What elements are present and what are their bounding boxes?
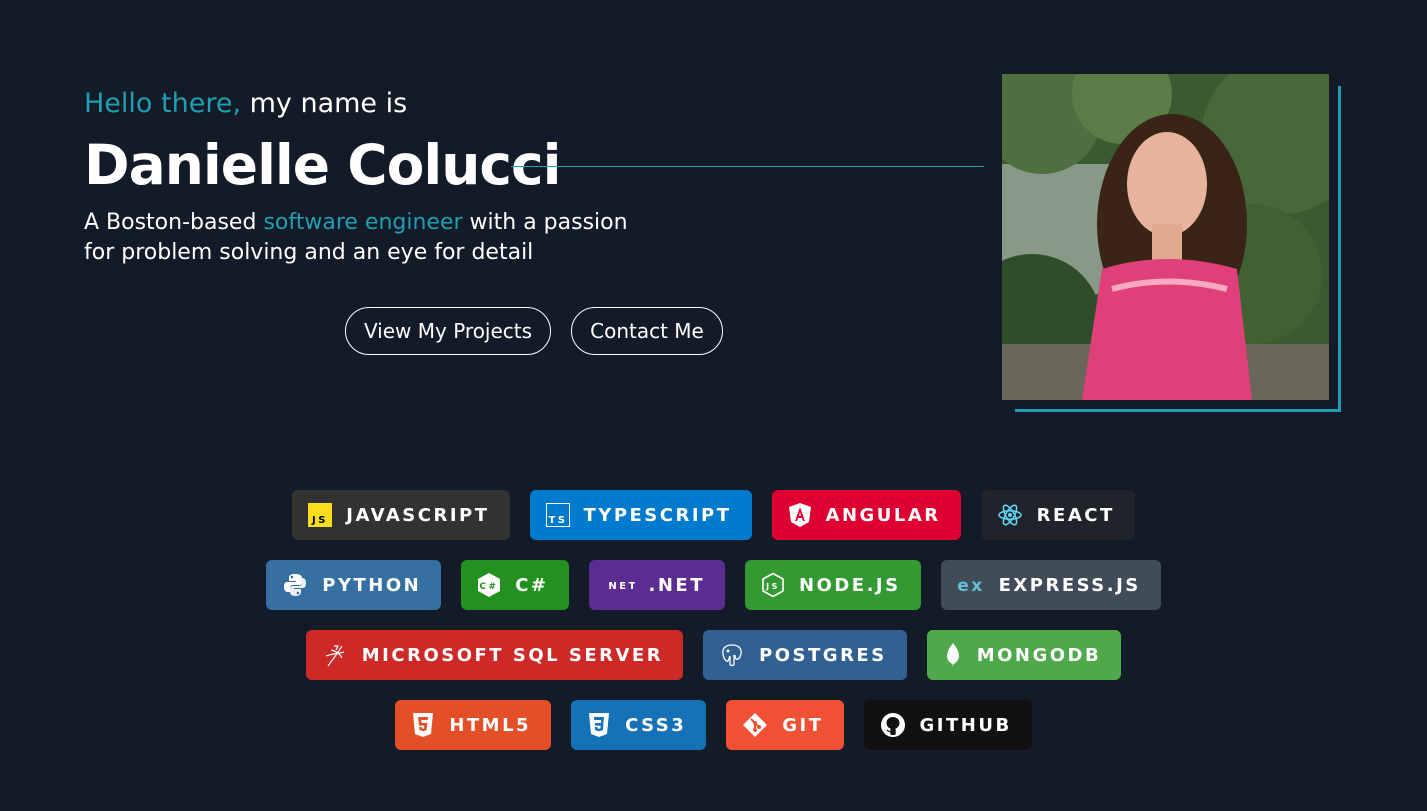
name-row: Danielle Colucci bbox=[84, 130, 561, 200]
svg-text:C#: C# bbox=[480, 582, 499, 592]
skill-label: MICROSOFT SQL SERVER bbox=[361, 644, 664, 666]
github-icon bbox=[880, 712, 906, 738]
python-icon bbox=[282, 572, 308, 598]
skills-badges: JS JAVASCRIPT TS TYPESCRIPT ANGULAR REACT PYTH… bbox=[0, 490, 1427, 770]
svg-text:JS: JS bbox=[765, 582, 780, 591]
skill-badge-sqlserver: MICROSOFT SQL SERVER bbox=[305, 630, 684, 680]
skill-label: NODE.JS bbox=[798, 574, 901, 596]
skill-badge-csharp: C# C# bbox=[461, 560, 569, 610]
html5-icon bbox=[411, 712, 435, 738]
react-icon bbox=[997, 503, 1023, 527]
skill-badge-github: GITHUB bbox=[863, 700, 1032, 750]
css3-icon bbox=[587, 712, 611, 738]
git-icon bbox=[742, 712, 768, 738]
postgres-icon bbox=[719, 642, 745, 668]
skill-badge-mongodb: MONGODB bbox=[926, 630, 1122, 680]
title-divider-line bbox=[511, 166, 984, 167]
skill-badge-html5: HTML5 bbox=[395, 700, 552, 750]
skill-label: .NET bbox=[648, 574, 705, 596]
skill-badge-react: REACT bbox=[980, 490, 1135, 540]
angular-icon bbox=[788, 502, 812, 528]
greeting-rest: my name is bbox=[241, 88, 408, 119]
skill-badge-express: ex EXPRESS.JS bbox=[940, 560, 1161, 610]
express-icon: ex bbox=[957, 573, 985, 597]
dotnet-icon: .NET bbox=[605, 573, 635, 597]
skill-badge-css3: CSS3 bbox=[571, 700, 707, 750]
skills-row: PYTHON C# C# .NET .NET JS NODE.JS ex EXPRESS.JS bbox=[0, 560, 1427, 610]
hero-page: Hello there, my name is Danielle Colucci… bbox=[0, 0, 1427, 811]
svg-text:ex: ex bbox=[957, 576, 985, 596]
greeting-accent: Hello there, bbox=[84, 88, 242, 119]
typescript-icon: TS bbox=[545, 503, 570, 527]
skill-badge-python: PYTHON bbox=[266, 560, 442, 610]
skills-row: JS JAVASCRIPT TS TYPESCRIPT ANGULAR REACT bbox=[0, 490, 1427, 540]
skill-label: JAVASCRIPT bbox=[346, 504, 490, 526]
profile-photo bbox=[1002, 74, 1329, 400]
skill-badge-postgres: POSTGRES bbox=[703, 630, 907, 680]
csharp-icon: C# bbox=[477, 572, 501, 598]
skill-label: ANGULAR bbox=[825, 504, 941, 526]
skill-label: HTML5 bbox=[449, 714, 532, 736]
svg-text:JS: JS bbox=[311, 515, 328, 526]
mongodb-icon bbox=[943, 642, 963, 668]
skill-label: REACT bbox=[1036, 504, 1115, 526]
nodejs-icon: JS bbox=[761, 572, 785, 598]
page-title: Danielle Colucci bbox=[84, 133, 561, 197]
skill-badge-angular: ANGULAR bbox=[771, 490, 961, 540]
skill-label: GIT bbox=[782, 714, 824, 736]
skill-badge-dotnet: .NET .NET bbox=[588, 560, 725, 610]
view-projects-button[interactable]: View My Projects bbox=[345, 307, 551, 355]
skill-label: EXPRESS.JS bbox=[998, 574, 1141, 596]
javascript-icon: JS bbox=[308, 503, 333, 527]
skill-badge-nodejs: JS NODE.JS bbox=[744, 560, 921, 610]
contact-me-button[interactable]: Contact Me bbox=[571, 307, 723, 355]
skill-badge-javascript: JS JAVASCRIPT bbox=[292, 490, 510, 540]
skill-label: C# bbox=[515, 574, 549, 596]
svg-text:.NET: .NET bbox=[605, 581, 635, 592]
skill-label: PYTHON bbox=[322, 574, 422, 596]
skill-label: TYPESCRIPT bbox=[583, 504, 732, 526]
skill-label: MONGODB bbox=[976, 644, 1102, 666]
tagline-pre: A Boston-based bbox=[84, 210, 264, 235]
skill-label: POSTGRES bbox=[759, 644, 887, 666]
skill-label: CSS3 bbox=[625, 714, 687, 736]
skill-badge-git: GIT bbox=[726, 700, 844, 750]
greeting: Hello there, my name is bbox=[84, 86, 407, 122]
skill-label: GITHUB bbox=[919, 714, 1012, 736]
tagline: A Boston-based software engineer with a … bbox=[84, 208, 644, 268]
skills-row: HTML5 CSS3 GIT GITHUB bbox=[0, 700, 1427, 750]
skill-badge-typescript: TS TYPESCRIPT bbox=[529, 490, 752, 540]
tagline-accent: software engineer bbox=[263, 210, 463, 235]
svg-text:TS: TS bbox=[548, 515, 567, 526]
skills-row: MICROSOFT SQL SERVER POSTGRES MONGODB bbox=[0, 630, 1427, 680]
sqlserver-icon bbox=[322, 642, 348, 668]
